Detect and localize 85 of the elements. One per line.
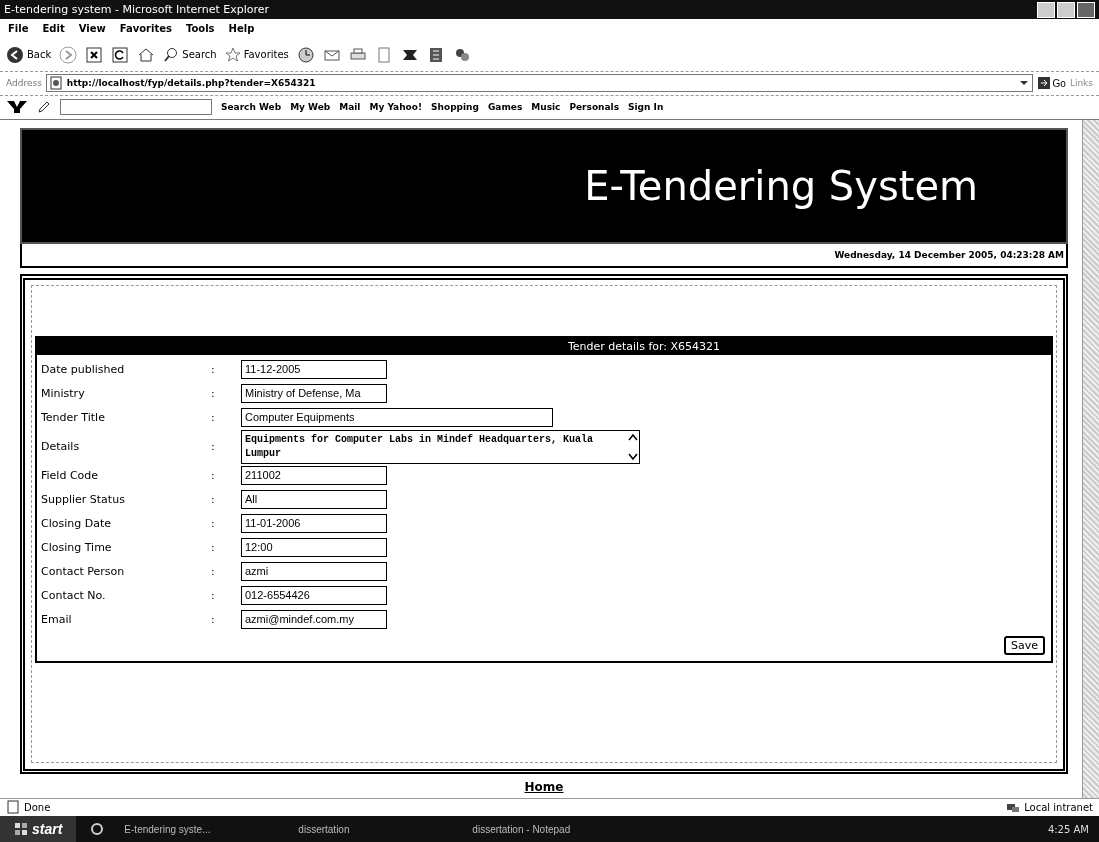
colon-separator: : xyxy=(211,613,216,627)
page-icon xyxy=(6,800,20,815)
menu-item[interactable]: Help xyxy=(228,23,255,35)
search-icon xyxy=(163,46,180,63)
scrollbar[interactable] xyxy=(1082,119,1099,798)
details-textarea[interactable]: Equipments for Computer Labs in Mindef Headquarters, Kuala Lumpur xyxy=(241,429,640,464)
pencil-icon[interactable] xyxy=(37,100,51,115)
menu-item[interactable]: File xyxy=(8,23,29,35)
stop-icon[interactable] xyxy=(85,45,104,64)
input-field[interactable]: 12:00 xyxy=(241,538,387,558)
input-field[interactable]: azmi@mindef.com.my xyxy=(241,610,387,630)
history-icon[interactable] xyxy=(296,45,315,64)
colon-separator: : xyxy=(211,565,216,579)
quick-launch-icon[interactable] xyxy=(90,822,105,836)
input-field[interactable]: Ministry of Defense, Ma xyxy=(241,384,387,404)
colon-separator: : xyxy=(211,493,216,507)
page-icon xyxy=(48,76,63,91)
start-button[interactable]: start xyxy=(0,816,77,842)
search-field[interactable] xyxy=(60,99,212,116)
menu-item[interactable]: Favorites xyxy=(119,23,172,35)
minimize-button[interactable] xyxy=(1037,1,1055,18)
status-text: Done xyxy=(24,801,51,813)
address-label: Address xyxy=(6,78,42,89)
toolbar-button[interactable]: Mail xyxy=(339,102,361,113)
colon-separator: : xyxy=(211,541,216,555)
address-field[interactable]: http://localhost/fyp/details.php?tender=X654321 xyxy=(45,74,1033,93)
field-label: Details xyxy=(41,440,81,454)
colon-separator: : xyxy=(211,411,216,425)
taskbar-item[interactable]: dissertation - Notepad xyxy=(466,822,627,836)
zone-text: Local intranet xyxy=(1024,801,1093,813)
menu-item[interactable]: Tools xyxy=(185,23,215,35)
toolbar-button[interactable]: Music xyxy=(531,102,561,113)
taskbar-item[interactable]: dissertation xyxy=(292,822,453,836)
clock: 4:25 AM xyxy=(1047,823,1089,835)
input-field[interactable]: 211002 xyxy=(241,466,387,486)
input-field[interactable]: azmi xyxy=(241,562,387,582)
field-label: Tender Title xyxy=(41,411,106,425)
colon-separator: : xyxy=(211,589,216,603)
window-title: E-tendering system - Microsoft Internet Explorer xyxy=(4,3,270,16)
field-label: Contact No. xyxy=(41,589,107,603)
input-field[interactable]: All xyxy=(241,490,387,510)
go-button[interactable]: Go xyxy=(1036,76,1066,91)
back-button[interactable]: Back xyxy=(6,45,52,64)
toolbar-button[interactable]: My Web xyxy=(290,102,331,113)
star-icon xyxy=(224,46,241,63)
menu-item[interactable]: View xyxy=(78,23,106,35)
home-link[interactable]: Home xyxy=(524,779,564,794)
favorites-button[interactable]: Favorites xyxy=(224,46,289,63)
yahoo-logo-icon[interactable] xyxy=(6,99,28,116)
refresh-icon[interactable] xyxy=(111,45,130,64)
maximize-button[interactable] xyxy=(1057,1,1075,18)
field-label: Closing Date xyxy=(41,517,112,531)
field-label: Supplier Status xyxy=(41,493,126,507)
site-title: E-Tendering System xyxy=(584,162,978,209)
save-button[interactable]: Save xyxy=(1004,635,1045,655)
search-button[interactable]: Search xyxy=(163,46,217,63)
toolbar-button[interactable]: Games xyxy=(487,102,523,113)
menu-item[interactable]: Edit xyxy=(42,23,65,35)
toolbar-button[interactable]: Personals xyxy=(569,102,620,113)
close-button[interactable] xyxy=(1077,1,1095,18)
field-label: Date published xyxy=(41,363,126,377)
colon-separator: : xyxy=(211,363,216,377)
input-field[interactable]: 11-12-2005 xyxy=(241,360,387,380)
field-label: Ministry xyxy=(41,387,86,401)
toolbar-button[interactable]: Search Web xyxy=(221,102,282,113)
field-label: Field Code xyxy=(41,469,100,483)
input-field[interactable]: Computer Equipments xyxy=(241,408,553,428)
colon-separator: : xyxy=(211,469,216,483)
input-field[interactable]: 012-6554426 xyxy=(241,586,387,606)
field-label: Email xyxy=(41,613,73,627)
form-heading: Tender details for: X654321 xyxy=(37,337,1051,355)
toolbar-button[interactable]: Shopping xyxy=(431,102,479,113)
field-label: Closing Time xyxy=(41,541,113,555)
taskbar-item[interactable]: E-tendering syste... xyxy=(118,822,279,836)
date-time: Wednesday, 14 December 2005, 04:23:28 AM xyxy=(834,249,1064,260)
colon-separator: : xyxy=(211,517,216,531)
input-field[interactable]: 11-01-2006 xyxy=(241,514,387,534)
colon-separator: : xyxy=(211,387,216,401)
colon-separator: : xyxy=(211,440,216,454)
links-label[interactable]: Links xyxy=(1069,78,1093,89)
scrollbar-drawing[interactable] xyxy=(627,431,639,462)
field-label: Contact Person xyxy=(41,565,126,579)
windows-logo-icon xyxy=(14,822,28,836)
toolbar-button[interactable]: Sign In xyxy=(628,102,664,113)
toolbar-button[interactable]: My Yahoo! xyxy=(369,102,423,113)
